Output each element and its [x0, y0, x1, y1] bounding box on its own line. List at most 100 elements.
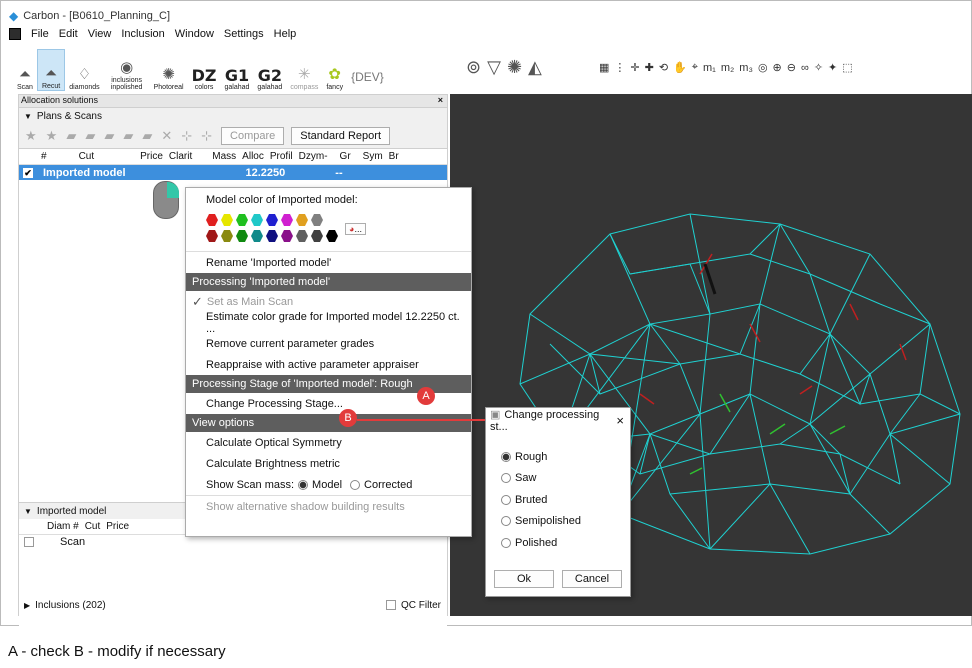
sparkle-icon[interactable]: ✧ — [814, 61, 823, 74]
radio-option-rough[interactable]: Rough — [486, 446, 630, 468]
dev-button[interactable]: {DEV} — [347, 49, 388, 91]
row-checkbox[interactable]: ✔ — [23, 167, 33, 178]
inclusions-button[interactable]: ◉ inclusions inpolished — [104, 49, 150, 91]
brightness-menu-item[interactable]: Calculate Brightness metric — [186, 453, 471, 474]
optical-symmetry-menu-item[interactable]: Calculate Optical Symmetry — [186, 432, 471, 453]
plans-header[interactable]: ▼ Plans & Scans — [19, 108, 447, 124]
col-diam[interactable]: Diam # — [19, 521, 85, 532]
delete-icon[interactable]: ✕ — [161, 128, 172, 144]
color-swatch-dark-green[interactable] — [236, 230, 248, 242]
menu-edit[interactable]: Edit — [59, 28, 78, 40]
col-number[interactable]: # — [19, 151, 53, 162]
move-icon[interactable]: ✛ — [630, 61, 639, 74]
color-swatch-magenta[interactable] — [281, 214, 293, 226]
bookmark5-icon[interactable]: ▰ — [142, 128, 152, 144]
reappraise-menu-item[interactable]: Reappraise with active parameter apprais… — [186, 354, 471, 375]
star-icon[interactable]: ★ — [25, 128, 37, 144]
color-swatch-yellow[interactable] — [221, 214, 233, 226]
glasses-icon[interactable]: ∞ — [801, 62, 809, 74]
table-row-selected[interactable]: ✔ Imported model 12.2250 -- — [19, 165, 447, 180]
color-swatch-dim-gray[interactable] — [296, 230, 308, 242]
pan-icon[interactable]: ✚ — [645, 61, 654, 74]
radio-option-saw[interactable]: Saw — [486, 468, 630, 490]
star-half-icon[interactable]: ★ — [46, 128, 58, 144]
g1-galahad-button[interactable]: G1 galahad — [220, 49, 253, 92]
qc-checkbox[interactable] — [386, 599, 396, 610]
measure-icon[interactable]: ⌖ — [692, 61, 698, 74]
bookmark-icon[interactable]: ▰ — [66, 128, 76, 144]
bottom-view-icon[interactable]: ✺ — [507, 57, 522, 78]
scan-checkbox[interactable] — [24, 537, 34, 547]
g2-galahad-button[interactable]: G2 galahad — [253, 49, 286, 92]
star-icon[interactable]: ✦ — [828, 61, 837, 74]
radio-semipolished[interactable] — [501, 516, 511, 527]
rename-menu-item[interactable]: Rename 'Imported model' — [186, 252, 471, 273]
color-swatch-olive[interactable] — [221, 230, 233, 242]
list-item[interactable]: Scan — [19, 535, 447, 549]
menu-file[interactable]: File — [31, 28, 49, 40]
color-swatch-dark-red[interactable] — [206, 230, 218, 242]
m3-icon[interactable]: m₃ — [739, 62, 753, 74]
col-profile[interactable]: Profil — [270, 151, 299, 162]
radio-saw[interactable] — [501, 473, 511, 484]
estimate-color-menu-item[interactable]: Estimate color grade for Imported model … — [186, 311, 471, 335]
photoreal-button[interactable]: ✺ Photoreal — [150, 49, 188, 91]
select-icon[interactable]: ⬚ — [842, 61, 852, 74]
col-sym[interactable]: Sym — [357, 151, 389, 162]
more-colors-button[interactable]: ◕... — [345, 223, 366, 235]
m1-icon[interactable]: m₁ — [703, 62, 716, 74]
col-cut2[interactable]: Cut — [85, 521, 107, 532]
color-swatch-purple[interactable] — [281, 230, 293, 242]
hand-icon[interactable]: ✋ — [673, 61, 687, 74]
bookmark4-icon[interactable]: ▰ — [123, 128, 133, 144]
color-swatch-navy[interactable] — [266, 230, 278, 242]
top-view-icon[interactable]: ⊚ — [466, 57, 481, 78]
color-swatch-blue[interactable] — [266, 214, 278, 226]
shadow-results-menu-item[interactable]: Show alternative shadow building results — [186, 496, 471, 517]
radio-bruted[interactable] — [501, 494, 511, 505]
compass-button[interactable]: ✳ compass — [286, 49, 322, 91]
grid-icon[interactable]: ▦ — [599, 61, 609, 74]
col-dzym[interactable]: Dzym- — [299, 151, 334, 162]
radio-option-semipolished[interactable]: Semipolished — [486, 511, 630, 533]
ruler-icon[interactable]: ⋮ — [614, 61, 625, 74]
col-gr[interactable]: Gr — [334, 151, 357, 162]
inclusions-bar[interactable]: ▶ Inclusions (202) QC Filter — [19, 597, 447, 613]
color-swatch-teal[interactable] — [251, 230, 263, 242]
col-alloc[interactable]: Alloc — [242, 151, 270, 162]
color-swatch-white[interactable] — [326, 214, 338, 226]
menu-settings[interactable]: Settings — [224, 28, 264, 40]
bookmark2-icon[interactable]: ▰ — [85, 128, 95, 144]
zoom-out-icon[interactable]: ⊖ — [787, 61, 796, 74]
menu-help[interactable]: Help — [274, 28, 297, 40]
standard-report-button[interactable]: Standard Report — [291, 127, 390, 145]
radio-option-polished[interactable]: Polished — [486, 532, 630, 554]
col-br[interactable]: Br — [389, 151, 405, 162]
radio-option-bruted[interactable]: Bruted — [486, 489, 630, 511]
color-swatch-green[interactable] — [236, 214, 248, 226]
diamonds-button[interactable]: ♢ diamonds — [65, 49, 103, 91]
profile-view-icon[interactable]: ◭ — [528, 57, 542, 78]
model-radio[interactable] — [298, 479, 309, 490]
recut-button[interactable]: ⏶ Recut — [36, 49, 66, 91]
radio-polished[interactable] — [501, 537, 511, 548]
corrected-radio[interactable] — [350, 479, 361, 490]
ok-button[interactable]: Ok — [494, 570, 554, 588]
move-down-icon[interactable]: ⊹ — [181, 128, 192, 144]
close-icon[interactable]: × — [616, 413, 624, 428]
side-view-icon[interactable]: ▽ — [487, 57, 501, 78]
color-swatch-gray[interactable] — [311, 214, 323, 226]
color-swatch-cyan[interactable] — [251, 214, 263, 226]
col-mass[interactable]: Mass — [198, 151, 242, 162]
fancy-button[interactable]: ✿ fancy — [322, 49, 347, 91]
col-price2[interactable]: Price — [106, 521, 135, 532]
zoom-in-icon[interactable]: ⊕ — [773, 61, 782, 74]
compare-button[interactable]: Compare — [221, 127, 285, 145]
menu-window[interactable]: Window — [175, 28, 214, 40]
remove-grades-menu-item[interactable]: Remove current parameter grades — [186, 333, 471, 354]
eye-icon[interactable]: ◎ — [758, 61, 768, 74]
color-swatch-orange[interactable] — [296, 214, 308, 226]
color-swatch-dark-gray[interactable] — [311, 230, 323, 242]
menu-inclusion[interactable]: Inclusion — [121, 28, 164, 40]
col-cut[interactable]: Cut — [53, 151, 101, 162]
